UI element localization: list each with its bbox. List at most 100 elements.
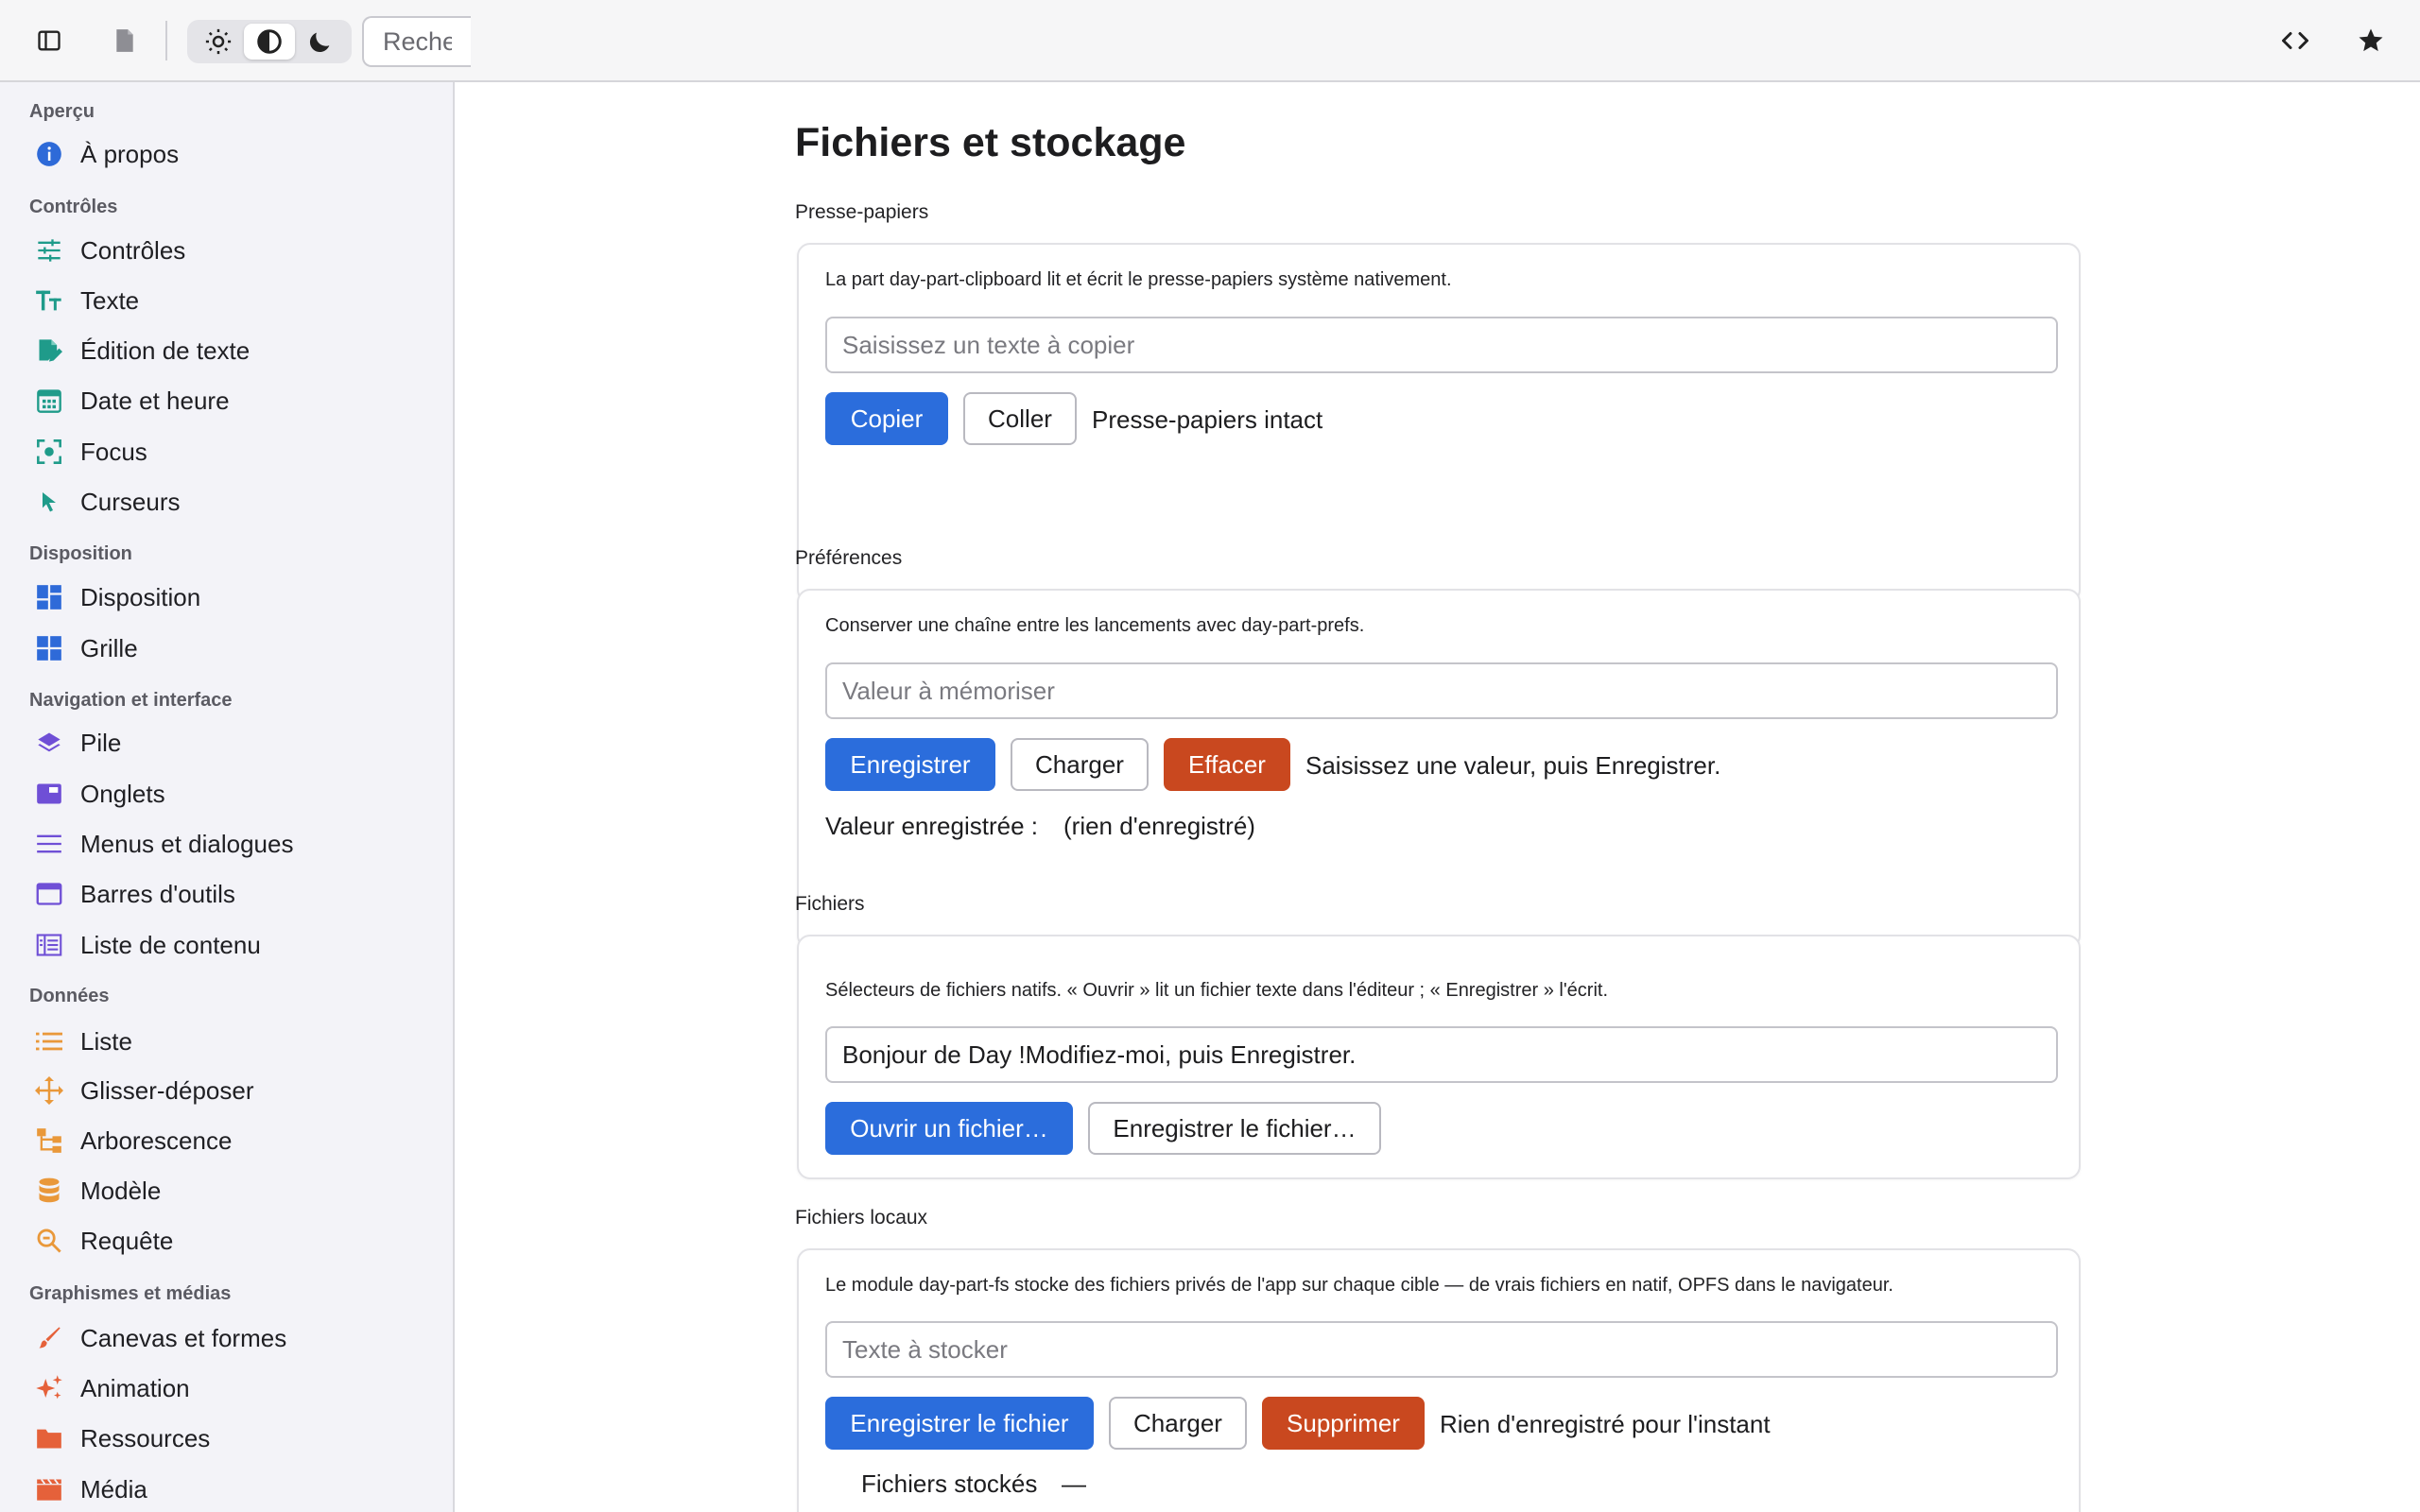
sidebar-item-label: Liste de contenu (80, 930, 261, 959)
sidebar-item-canevas-et-formes[interactable]: Canevas et formes (0, 1314, 453, 1362)
sidebar-item-texte[interactable]: Texte (0, 277, 453, 324)
code-icon[interactable] (2269, 14, 2322, 67)
clipboard-card: La part day-part-clipboard lit et écrit … (797, 243, 2081, 603)
prefs-description: Conserver une chaîne entre les lancement… (825, 615, 1365, 636)
sidebar-item-label: Pile (80, 728, 122, 757)
files-description: Sélecteurs de fichiers natifs. « Ouvrir … (825, 980, 1608, 1001)
sidebar-item-pile[interactable]: Pile (0, 719, 453, 766)
local-delete-button[interactable]: Supprimer (1262, 1397, 1425, 1450)
sidebar-item-label: Menus et dialogues (80, 829, 294, 858)
section-title-local-files: Fichiers locaux (795, 1207, 928, 1228)
sidebar-item-label: Contrôles (80, 235, 186, 265)
page-title: Fichiers et stockage (795, 120, 1186, 165)
local-files-input[interactable] (825, 1321, 2058, 1378)
sidebar-item-label: À propos (80, 139, 180, 168)
sidebar-section-title: Aperçu (29, 101, 95, 122)
files-card: Sélecteurs de fichiers natifs. « Ouvrir … (797, 935, 2081, 1179)
local-load-button[interactable]: Charger (1109, 1397, 1247, 1450)
prefs-clear-button[interactable]: Effacer (1164, 738, 1290, 791)
copy-button[interactable]: Copier (825, 392, 948, 445)
list-icon (32, 1024, 66, 1058)
sidebar-item-modele[interactable]: Modèle (0, 1167, 453, 1214)
top-toolbar (0, 0, 2420, 82)
open-file-button[interactable]: Ouvrir un fichier… (825, 1102, 1073, 1155)
sidebar-item-label: Barres d'outils (80, 879, 235, 908)
move-icon (32, 1074, 66, 1108)
stored-files-label: Fichiers stockés (861, 1469, 1038, 1498)
sidebar-item-a-propos[interactable]: À propos (0, 130, 453, 178)
clipboard-input[interactable] (825, 317, 2058, 373)
sliders-icon (32, 233, 66, 267)
local-save-button[interactable]: Enregistrer le fichier (825, 1397, 1094, 1450)
sidebar-item-glisser-deposer[interactable]: Glisser-déposer (0, 1067, 453, 1114)
paste-button[interactable]: Coller (963, 392, 1077, 445)
sidebar-item-controles[interactable]: Contrôles (0, 227, 453, 274)
sidebar-item-label: Grille (80, 633, 138, 662)
star-icon[interactable] (2344, 14, 2397, 67)
sidebar-item-media[interactable]: Média (0, 1466, 453, 1512)
sidebar-item-requete[interactable]: Requête (0, 1217, 453, 1264)
sidebar-section-title: Données (29, 986, 110, 1006)
clipboard-status: Presse-papiers intact (1092, 405, 1323, 434)
local-files-description: Le module day-part-fs stocke des fichier… (825, 1275, 1893, 1296)
sidebar-item-liste-de-contenu[interactable]: Liste de contenu (0, 921, 453, 969)
prefs-saved-label: Valeur enregistrée : (825, 812, 1038, 840)
sidebar-section-title: Disposition (29, 543, 132, 564)
sidebar-item-label: Animation (80, 1373, 190, 1402)
section-title-prefs: Préférences (795, 547, 903, 569)
sidebar-item-label: Modèle (80, 1176, 162, 1205)
clipboard-description: La part day-part-clipboard lit et écrit … (825, 269, 1452, 290)
prefs-input[interactable] (825, 662, 2058, 719)
sun-icon[interactable] (193, 24, 244, 60)
sidebar-item-arborescence[interactable]: Arborescence (0, 1117, 453, 1164)
folder-icon (32, 1421, 66, 1455)
focus-icon (32, 435, 66, 469)
sidebar-toggle-icon[interactable] (23, 14, 76, 67)
prefs-save-button[interactable]: Enregistrer (825, 738, 995, 791)
sidebar-section-title: Navigation et interface (29, 690, 233, 711)
sidebar-item-label: Canevas et formes (80, 1323, 287, 1352)
contrast-icon[interactable] (244, 24, 295, 60)
sidebar-item-label: Requête (80, 1226, 174, 1255)
sidebar-item-label: Date et heure (80, 386, 230, 415)
stored-files-value: — (1062, 1469, 1086, 1498)
local-files-card: Le module day-part-fs stocke des fichier… (797, 1248, 2081, 1512)
toolbar-window-icon (32, 877, 66, 911)
sidebar-item-curseurs[interactable]: Curseurs (0, 478, 453, 525)
sidebar-item-label: Glisser-déposer (80, 1075, 254, 1105)
tabs-icon (32, 777, 66, 811)
tree-icon (32, 1124, 66, 1158)
sidebar-item-onglets[interactable]: Onglets (0, 770, 453, 817)
sidebar-item-label: Texte (80, 285, 140, 315)
sidebar-item-focus[interactable]: Focus (0, 428, 453, 475)
sidebar-item-date-et-heure[interactable]: Date et heure (0, 377, 453, 424)
sidebar-item-barres-doutils[interactable]: Barres d'outils (0, 870, 453, 918)
sidebar-item-grille[interactable]: Grille (0, 625, 453, 672)
prefs-saved-value: (rien d'enregistré) (1063, 812, 1255, 840)
sidebar-item-label: Édition de texte (80, 335, 251, 365)
sidebar-item-label: Disposition (80, 582, 201, 611)
main-content: Fichiers et stockage Presse-papiers La p… (455, 82, 2420, 1512)
sidebar-item-menus-et-dialogues[interactable]: Menus et dialogues (0, 820, 453, 868)
save-file-button[interactable]: Enregistrer le fichier… (1088, 1102, 1381, 1155)
sidebar-item-ressources[interactable]: Ressources (0, 1415, 453, 1462)
database-icon (32, 1174, 66, 1208)
prefs-load-button[interactable]: Charger (1011, 738, 1149, 791)
clapperboard-icon (32, 1472, 66, 1506)
files-editor-field[interactable] (825, 1026, 2058, 1083)
sidebar-item-liste[interactable]: Liste (0, 1018, 453, 1065)
sparkle-icon (32, 1371, 66, 1405)
search-input[interactable] (362, 16, 471, 67)
sidebar-item-animation[interactable]: Animation (0, 1365, 453, 1412)
sidebar-item-label: Focus (80, 437, 147, 466)
sidebar-item-disposition[interactable]: Disposition (0, 574, 453, 621)
menu-lines-icon (32, 827, 66, 861)
sidebar-item-edition-de-texte[interactable]: Édition de texte (0, 327, 453, 374)
document-icon[interactable] (98, 14, 151, 67)
search-zoom-icon (32, 1224, 66, 1258)
prefs-status: Saisissez une valeur, puis Enregistrer. (1305, 751, 1721, 780)
section-title-files: Fichiers (795, 893, 865, 915)
sidebar-item-label: Curseurs (80, 487, 181, 516)
moon-icon[interactable] (295, 24, 346, 60)
sidebar-section-title: Graphismes et médias (29, 1283, 232, 1304)
